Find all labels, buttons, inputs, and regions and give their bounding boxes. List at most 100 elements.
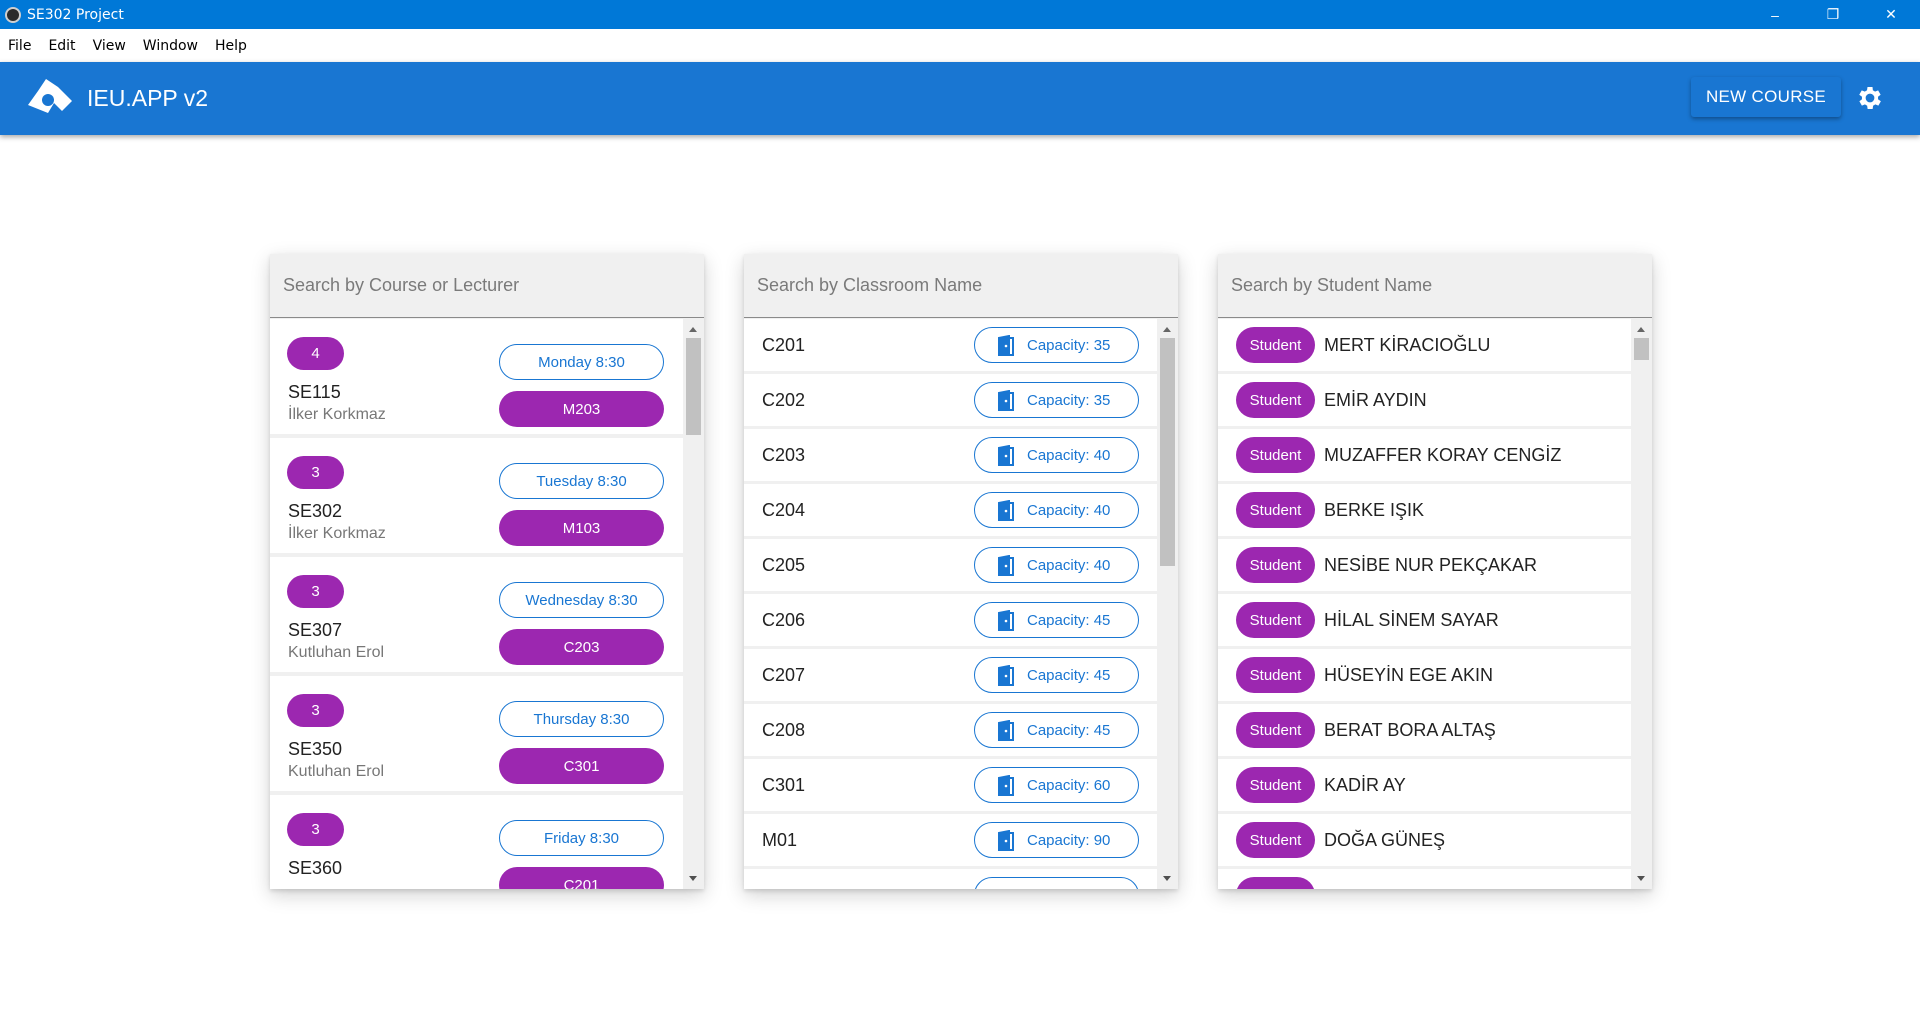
menu-view[interactable]: View — [93, 38, 126, 54]
course-card[interactable]: 3 SE360 Friday 8:30 C201 — [270, 795, 683, 889]
course-time-chip[interactable]: Monday 8:30 — [499, 344, 664, 380]
student-row[interactable]: Student BERKE IŞIK — [1218, 484, 1631, 536]
courses-panel: 4 SE115 İlker Korkmaz Monday 8:30 M203 3… — [270, 254, 704, 889]
student-name: MUZAFFER KORAY CENGİZ — [1324, 445, 1562, 465]
classroom-row[interactable]: M01 Capacity: 90 — [744, 814, 1157, 866]
capacity-text: Capacity: 35 — [1027, 391, 1111, 409]
course-room-chip[interactable]: C301 — [499, 748, 664, 784]
classroom-name: C208 — [762, 720, 806, 740]
capacity-chip[interactable]: Capacity: 45 — [974, 657, 1139, 693]
classroom-search-input[interactable] — [757, 275, 1147, 296]
gear-icon[interactable] — [1855, 83, 1885, 113]
student-row[interactable] — [1218, 869, 1631, 889]
capacity-text: Capacity: 45 — [1027, 611, 1111, 629]
scrollbar-thumb[interactable] — [1160, 338, 1175, 566]
capacity-chip[interactable]: Capacity: 40 — [974, 492, 1139, 528]
student-list-scrollbar[interactable] — [1631, 318, 1652, 889]
student-row[interactable]: Student EMİR AYDIN — [1218, 374, 1631, 426]
close-button[interactable]: ✕ — [1862, 0, 1920, 29]
course-room-chip[interactable]: M203 — [499, 391, 664, 427]
classroom-name: C301 — [762, 775, 806, 795]
door-icon — [998, 720, 1014, 741]
new-course-button[interactable]: NEW COURSE — [1691, 77, 1841, 117]
door-icon — [998, 445, 1014, 466]
window-controls: – ❐ ✕ — [1746, 0, 1920, 29]
classroom-row[interactable]: C203 Capacity: 40 — [744, 429, 1157, 481]
course-card[interactable]: 3 SE350 Kutluhan Erol Thursday 8:30 C301 — [270, 676, 683, 791]
menu-help[interactable]: Help — [215, 38, 247, 54]
classroom-list-scrollbar[interactable] — [1157, 318, 1178, 889]
student-row[interactable]: Student BERAT BORA ALTAŞ — [1218, 704, 1631, 756]
capacity-chip[interactable]: Capacity: 60 — [974, 767, 1139, 803]
course-card[interactable]: 3 SE302 İlker Korkmaz Tuesday 8:30 M103 — [270, 438, 683, 553]
menu-edit[interactable]: Edit — [48, 38, 75, 54]
lecturer-name: Kutluhan Erol — [288, 644, 385, 661]
scroll-down-icon[interactable] — [1637, 876, 1645, 881]
student-name: EMİR AYDIN — [1324, 390, 1427, 410]
student-row[interactable]: Student KADİR AY — [1218, 759, 1631, 811]
capacity-chip[interactable]: Capacity: 90 — [974, 822, 1139, 858]
classroom-row[interactable]: C202 Capacity: 35 — [744, 374, 1157, 426]
student-badge: Student — [1236, 822, 1315, 858]
classroom-row[interactable] — [744, 869, 1157, 889]
student-badge: Student — [1236, 382, 1315, 418]
capacity-chip[interactable]: Capacity: 40 — [974, 437, 1139, 473]
classroom-name: C203 — [762, 445, 806, 465]
student-row[interactable]: Student DOĞA GÜNEŞ — [1218, 814, 1631, 866]
door-icon — [998, 335, 1014, 356]
course-time-chip[interactable]: Thursday 8:30 — [499, 701, 664, 737]
app-logo-icon — [28, 79, 72, 113]
course-time-chip[interactable]: Tuesday 8:30 — [499, 463, 664, 499]
menu-window[interactable]: Window — [143, 38, 198, 54]
door-icon — [998, 610, 1014, 631]
student-badge: Student — [1236, 602, 1315, 638]
classroom-name: C204 — [762, 500, 806, 520]
student-name: BERKE IŞIK — [1324, 500, 1425, 520]
maximize-button[interactable]: ❐ — [1804, 0, 1862, 29]
student-row[interactable]: Student MUZAFFER KORAY CENGİZ — [1218, 429, 1631, 481]
student-row[interactable]: Student NESİBE NUR PEKÇAKAR — [1218, 539, 1631, 591]
credit-badge: 3 — [287, 456, 344, 489]
capacity-chip[interactable]: Capacity: 35 — [974, 327, 1139, 363]
app-title: IEU.APP v2 — [87, 85, 209, 111]
capacity-chip[interactable]: Capacity: 40 — [974, 547, 1139, 583]
menu-file[interactable]: File — [8, 38, 31, 54]
scroll-down-icon[interactable] — [689, 876, 697, 881]
scroll-down-icon[interactable] — [1163, 876, 1171, 881]
course-code: SE115 — [288, 382, 341, 402]
capacity-chip[interactable] — [974, 877, 1139, 889]
scroll-up-icon[interactable] — [689, 327, 697, 332]
capacity-text: Capacity: 35 — [1027, 336, 1111, 354]
student-row[interactable]: Student HİLAL SİNEM SAYAR — [1218, 594, 1631, 646]
capacity-chip[interactable]: Capacity: 45 — [974, 712, 1139, 748]
course-time-chip[interactable]: Wednesday 8:30 — [499, 582, 664, 618]
scrollbar-thumb[interactable] — [686, 338, 701, 435]
course-search-input[interactable] — [283, 275, 673, 296]
scroll-up-icon[interactable] — [1637, 327, 1645, 332]
student-row[interactable]: Student HÜSEYİN EGE AKIN — [1218, 649, 1631, 701]
classroom-row[interactable]: C301 Capacity: 60 — [744, 759, 1157, 811]
scrollbar-thumb[interactable] — [1634, 338, 1649, 360]
student-row[interactable]: Student MERT KİRACIOĞLU — [1218, 319, 1631, 371]
student-name: HÜSEYİN EGE AKIN — [1324, 665, 1494, 685]
student-search-input[interactable] — [1231, 275, 1621, 296]
scroll-up-icon[interactable] — [1163, 327, 1171, 332]
classroom-row[interactable]: C207 Capacity: 45 — [744, 649, 1157, 701]
classroom-row[interactable]: C205 Capacity: 40 — [744, 539, 1157, 591]
course-room-chip[interactable]: C201 — [499, 867, 664, 889]
course-list-scrollbar[interactable] — [683, 318, 704, 889]
classroom-name: M01 — [762, 830, 798, 850]
course-card[interactable]: 3 SE307 Kutluhan Erol Wednesday 8:30 C20… — [270, 557, 683, 672]
course-time-chip[interactable]: Friday 8:30 — [499, 820, 664, 856]
capacity-text: Capacity: 40 — [1027, 501, 1111, 519]
classroom-row[interactable]: C204 Capacity: 40 — [744, 484, 1157, 536]
course-room-chip[interactable]: M103 — [499, 510, 664, 546]
course-room-chip[interactable]: C203 — [499, 629, 664, 665]
capacity-chip[interactable]: Capacity: 45 — [974, 602, 1139, 638]
course-card[interactable]: 4 SE115 İlker Korkmaz Monday 8:30 M203 — [270, 319, 683, 434]
minimize-button[interactable]: – — [1746, 0, 1804, 29]
classroom-row[interactable]: C206 Capacity: 45 — [744, 594, 1157, 646]
classroom-row[interactable]: C208 Capacity: 45 — [744, 704, 1157, 756]
classroom-row[interactable]: C201 Capacity: 35 — [744, 319, 1157, 371]
capacity-chip[interactable]: Capacity: 35 — [974, 382, 1139, 418]
